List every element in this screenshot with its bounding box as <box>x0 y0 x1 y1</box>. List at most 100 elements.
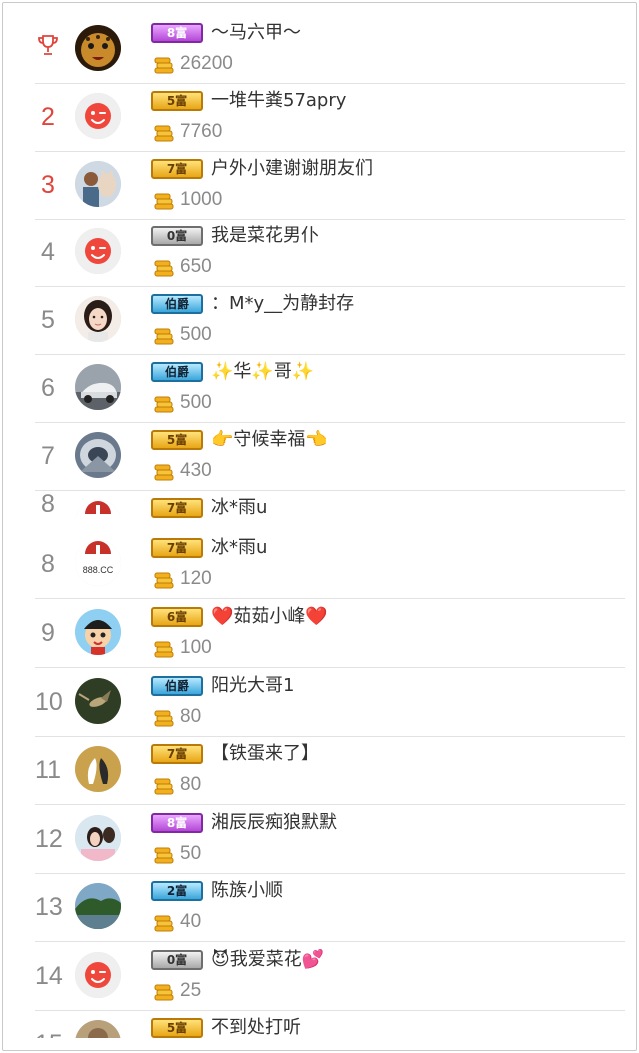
coin-score: 7760 <box>180 121 223 142</box>
coin-score: 120 <box>180 568 212 589</box>
leaderboard-row[interactable]: 12 8富 湘辰辰痴狼默默 50 <box>35 805 625 874</box>
leaderboard-row[interactable]: 6 伯爵 ✨华✨哥✨ 500 <box>35 354 625 423</box>
coin-score: 500 <box>180 324 212 345</box>
user-name[interactable]: 户外小建谢谢朋友们 <box>211 156 373 182</box>
leaderboard-row[interactable]: 8富 ～马六甲～ 26200 <box>35 15 625 84</box>
user-name[interactable]: 不到处打听 <box>211 1015 301 1038</box>
leaderboard-row[interactable]: 2 5富 一堆牛粪57apry 7760 <box>35 83 625 152</box>
svg-text:888.CC: 888.CC <box>83 565 114 575</box>
coin-score: 500 <box>180 392 212 413</box>
user-name[interactable]: ✨华✨哥✨ <box>211 359 314 385</box>
leaderboard-row[interactable]: 5 伯爵 ：M*y__为静封存 500 <box>35 286 625 355</box>
user-name[interactable]: 陈族小顺 <box>211 878 283 904</box>
coin-stack-icon <box>153 394 175 414</box>
leaderboard-row[interactable]: 14 0富 😈我爱菜花💕 25 <box>35 942 625 1011</box>
avatar[interactable] <box>75 296 121 342</box>
user-name[interactable]: 阳光大哥1 <box>211 673 294 699</box>
avatar[interactable]: 888.CC <box>75 540 121 586</box>
coin-score: 50 <box>180 843 202 864</box>
coin-score: 80 <box>180 706 202 727</box>
wealth-badge: 7富 <box>151 159 203 179</box>
wealth-badge: 伯爵 <box>151 676 203 696</box>
avatar[interactable] <box>75 432 121 478</box>
leaderboard-row[interactable]: 7 5富 👉守候幸福👈 430 <box>35 422 625 491</box>
wealth-badge: 5富 <box>151 430 203 450</box>
coin-stack-icon <box>153 639 175 659</box>
user-name[interactable]: 😈我爱菜花💕 <box>211 947 324 973</box>
user-name[interactable]: 冰*雨u <box>211 495 267 518</box>
avatar[interactable] <box>75 609 121 655</box>
leaderboard-row[interactable]: 13 2富 陈族小顺 40 <box>35 873 625 942</box>
user-name[interactable]: 冰*雨u <box>211 535 267 561</box>
avatar[interactable] <box>75 500 121 518</box>
avatar[interactable] <box>75 228 121 274</box>
rank-number: 11 <box>35 756 61 784</box>
avatar[interactable] <box>75 93 121 139</box>
coin-score: 80 <box>180 774 202 795</box>
wealth-badge: 8富 <box>151 23 203 43</box>
coin-stack-icon <box>153 845 175 865</box>
user-name[interactable]: ❤️茹茹小峰❤️ <box>211 604 328 630</box>
rank-number: 3 <box>41 171 55 199</box>
leaderboard-row[interactable]: 8 7富 冰*雨u <box>35 490 625 518</box>
trophy-icon <box>36 15 60 83</box>
coin-score: 25 <box>180 980 202 1001</box>
avatar[interactable] <box>75 364 121 410</box>
user-name[interactable]: 湘辰辰痴狼默默 <box>211 810 337 836</box>
user-name[interactable]: 我是菜花男仆 <box>211 223 319 249</box>
avatar[interactable] <box>75 678 121 724</box>
wealth-badge: 7富 <box>151 498 203 518</box>
coin-stack-icon <box>153 326 175 346</box>
wealth-badge: 7富 <box>151 744 203 764</box>
avatar[interactable] <box>75 883 121 929</box>
user-name[interactable]: 【铁蛋来了】 <box>211 741 319 767</box>
coin-stack-icon <box>153 982 175 1002</box>
rank-number: 12 <box>35 825 63 853</box>
wealth-badge: 5富 <box>151 1018 203 1038</box>
leaderboard-row[interactable]: 10 伯爵 阳光大哥1 80 <box>35 668 625 737</box>
wealth-badge: 7富 <box>151 538 203 558</box>
rank-number: 8 <box>41 490 55 518</box>
coin-stack-icon <box>153 708 175 728</box>
user-name[interactable]: ～马六甲～ <box>211 20 301 46</box>
avatar[interactable] <box>75 815 121 861</box>
leaderboard-row[interactable]: 3 7富 户外小建谢谢朋友们 1000 <box>35 151 625 220</box>
coin-score: 40 <box>180 911 202 932</box>
user-name[interactable]: 一堆牛粪57apry <box>211 88 346 114</box>
wealth-badge: 5富 <box>151 91 203 111</box>
leaderboard-row[interactable]: 15 5富不到处打听 <box>35 1010 625 1038</box>
wealth-badge: 8富 <box>151 813 203 833</box>
coin-stack-icon <box>153 462 175 482</box>
rank-number: 5 <box>41 306 55 334</box>
leaderboard-row[interactable]: 11 7富 【铁蛋来了】 80 <box>35 736 625 805</box>
rank-number <box>35 15 61 83</box>
coin-stack-icon <box>153 570 175 590</box>
coin-score: 26200 <box>180 53 233 74</box>
rank-number: 14 <box>35 962 63 990</box>
user-name[interactable]: ：M*y__为静封存 <box>211 291 354 317</box>
avatar[interactable] <box>75 25 121 71</box>
coin-score: 100 <box>180 637 212 658</box>
coin-score: 430 <box>180 460 212 481</box>
leaderboard-row[interactable]: 4 0富 我是菜花男仆 650 <box>35 218 625 287</box>
coin-stack-icon <box>153 776 175 796</box>
coin-stack-icon <box>153 55 175 75</box>
wealth-badge: 2富 <box>151 881 203 901</box>
leaderboard-row[interactable]: 8 888.CC 7富 冰*雨u 120 <box>35 530 625 599</box>
rank-number: 15 <box>35 1010 63 1038</box>
coin-score: 650 <box>180 256 212 277</box>
rank-number: 2 <box>41 103 55 131</box>
coin-stack-icon <box>153 913 175 933</box>
avatar[interactable] <box>75 1020 121 1038</box>
rank-number: 6 <box>41 374 55 402</box>
rank-number: 7 <box>41 442 55 470</box>
user-name[interactable]: 👉守候幸福👈 <box>211 427 328 453</box>
rank-number: 10 <box>35 688 63 716</box>
rank-number: 13 <box>35 893 63 921</box>
wealth-badge: 0富 <box>151 950 203 970</box>
leaderboard-row[interactable]: 9 6富 ❤️茹茹小峰❤️ 100 <box>35 599 625 668</box>
rank-number: 4 <box>41 238 55 266</box>
avatar[interactable] <box>75 952 121 998</box>
avatar[interactable] <box>75 161 121 207</box>
avatar[interactable] <box>75 746 121 792</box>
